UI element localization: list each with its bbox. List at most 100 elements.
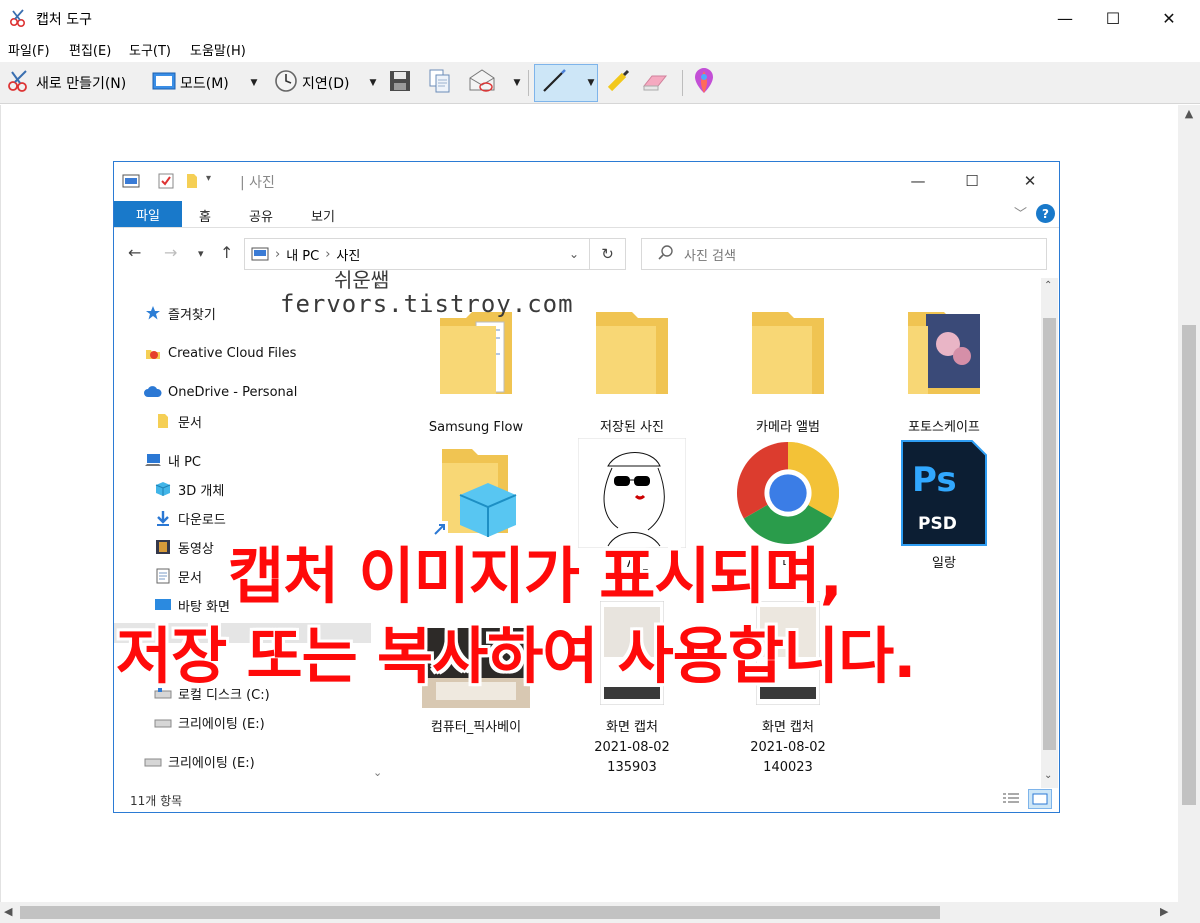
scissors-icon	[8, 8, 28, 28]
nav-label: 내 PC	[168, 454, 202, 470]
svg-text:PSD: PSD	[918, 514, 957, 534]
file-name: 일랑	[932, 556, 956, 571]
search-placeholder: 사진 검색	[684, 248, 736, 264]
properties-check-icon	[158, 173, 174, 189]
scroll-left-icon[interactable]: ◀	[4, 905, 12, 918]
captured-explorer-window: ▾ | 사진 — ☐ ✕ 파일 홈 공유 보기 ﹀ ? ← → ▾ ↑ › 내 …	[113, 161, 1060, 813]
menu-file[interactable]: 파일(F)	[8, 40, 50, 59]
vertical-scrollbar[interactable]: ▲	[1178, 105, 1200, 902]
up-arrow-icon: ↑	[220, 243, 234, 262]
caption-line-1: 캡처 이미지가 표시되며,	[228, 541, 843, 612]
item-count: 11개 항목	[130, 794, 183, 808]
nav-scroll-down-icon: ⌄	[373, 766, 383, 779]
explorer-maximize-button: ☐	[965, 172, 979, 190]
minimize-button[interactable]: —	[1042, 0, 1088, 36]
folder-icon	[154, 413, 172, 429]
file-scroll-thumb	[1043, 318, 1056, 750]
magnifier-icon	[658, 244, 674, 264]
nav-item-desktop: 바탕 화면	[154, 594, 230, 616]
watermark-url: fervors.tistroy.com	[280, 290, 574, 318]
breadcrumb-separator: ›	[275, 246, 281, 262]
explorer-title: | 사진	[240, 175, 275, 191]
vertical-scroll-thumb[interactable]	[1182, 325, 1196, 805]
explorer-ribbon: 파일 홈 공유 보기 ﹀ ?	[114, 200, 1059, 228]
nav-pane-scrollbar: ⌃ ⌄	[371, 278, 389, 788]
ribbon-tab-view: 보기	[311, 210, 335, 225]
file-view-scrollbar: ⌃ ⌄	[1041, 278, 1058, 788]
photoshop-icon: Ps PSD	[890, 438, 998, 548]
horizontal-scroll-thumb[interactable]	[20, 906, 940, 919]
file-name: 컴퓨터_픽사베이	[430, 720, 522, 735]
close-button[interactable]: ✕	[1146, 0, 1192, 36]
nav-label: Creative Cloud Files	[168, 345, 297, 361]
breadcrumb-separator: ›	[325, 246, 331, 262]
explorer-title-bar: ▾ | 사진 — ☐ ✕	[114, 162, 1059, 200]
clock-icon	[274, 69, 298, 97]
new-snip-label: 새로 만들기(N)	[36, 76, 127, 92]
nav-label: 즐겨찾기	[168, 307, 216, 323]
drive-icon	[154, 714, 172, 730]
pen-icon	[540, 67, 568, 99]
delay-label: 지연(D)	[302, 76, 350, 92]
save-disk-icon	[388, 69, 412, 97]
toolbar-separator	[528, 70, 529, 96]
folder-icon	[578, 298, 686, 408]
recent-dropdown-icon: ▾	[198, 247, 204, 260]
maximize-button[interactable]: ☐	[1090, 0, 1136, 36]
folder-icon	[734, 298, 842, 408]
file-scroll-down-icon: ⌄	[1044, 770, 1053, 781]
eraser-button[interactable]	[640, 68, 670, 98]
refresh-icon: ↻	[590, 238, 626, 270]
pen-button[interactable]	[540, 68, 568, 98]
file-tile: 포토스케이프	[869, 298, 1019, 438]
send-dropdown-arrow[interactable]: ▼	[510, 68, 524, 98]
nav-label: 3D 개체	[178, 483, 225, 499]
breadcrumb-pc: 내 PC	[286, 248, 320, 264]
new-snip-button[interactable]: 새로 만들기(N)	[6, 68, 126, 98]
pc-icon	[144, 452, 162, 468]
breadcrumb-pictures: 사진	[336, 248, 361, 264]
scroll-up-icon[interactable]: ▲	[1178, 107, 1200, 120]
pen-dropdown-arrow[interactable]: ▼	[584, 68, 598, 98]
horizontal-scrollbar[interactable]: ◀ ▶	[0, 902, 1178, 923]
file-name: 카메라 앨범	[756, 420, 820, 435]
navigation-pane: 즐겨찾기 Creative Cloud Files OneDrive - Per…	[114, 278, 389, 788]
menu-help[interactable]: 도움말(H)	[190, 40, 246, 59]
save-button[interactable]	[388, 68, 412, 98]
nav-item-drive-e: 크리에이팅 (E:)	[154, 711, 265, 733]
mode-dropdown-arrow[interactable]: ▼	[247, 68, 261, 98]
file-name: 저장된 사진	[600, 420, 664, 435]
menu-tools[interactable]: 도구(T)	[129, 40, 171, 59]
drive-icon	[144, 753, 162, 769]
nav-label: 문서	[178, 415, 202, 431]
nav-label: 문서	[178, 570, 202, 586]
file-name-line: 2021-08-02	[594, 740, 670, 755]
delay-button[interactable]: 지연(D)	[274, 68, 349, 98]
chrome-icon	[734, 438, 842, 548]
ribbon-tab-file: 파일	[114, 201, 182, 227]
star-icon	[144, 305, 162, 321]
folder-3d-shortcut-icon	[422, 438, 530, 548]
file-tile: Samsung Flow	[401, 298, 551, 438]
delay-dropdown-arrow[interactable]: ▼	[366, 68, 380, 98]
large-icons-view-icon	[1028, 789, 1052, 809]
copy-button[interactable]	[428, 68, 452, 98]
svg-text:Ps: Ps	[912, 460, 957, 500]
watermark-name: 쉬운쌤	[334, 268, 390, 292]
nav-item-onedrive-documents: 문서	[154, 410, 202, 432]
menu-bar: 파일(F) 편집(E) 도구(T) 도움말(H)	[0, 36, 1200, 62]
highlighter-button[interactable]	[604, 68, 632, 98]
folder-photo-icon	[890, 298, 998, 408]
nav-label: 바탕 화면	[178, 599, 230, 615]
file-name-line: 135903	[607, 760, 657, 775]
send-snip-button[interactable]	[468, 68, 498, 98]
ribbon-tab-home: 홈	[199, 210, 211, 225]
paint3d-button[interactable]	[692, 68, 716, 98]
explorer-close-button: ✕	[1023, 172, 1037, 190]
nav-label: 크리에이팅 (E:)	[168, 755, 255, 771]
scissors-icon	[6, 69, 32, 97]
scroll-right-icon[interactable]: ▶	[1160, 905, 1168, 918]
highlighter-icon	[604, 67, 632, 99]
mode-button[interactable]: 모드(M)	[152, 68, 229, 98]
menu-edit[interactable]: 편집(E)	[69, 40, 111, 59]
